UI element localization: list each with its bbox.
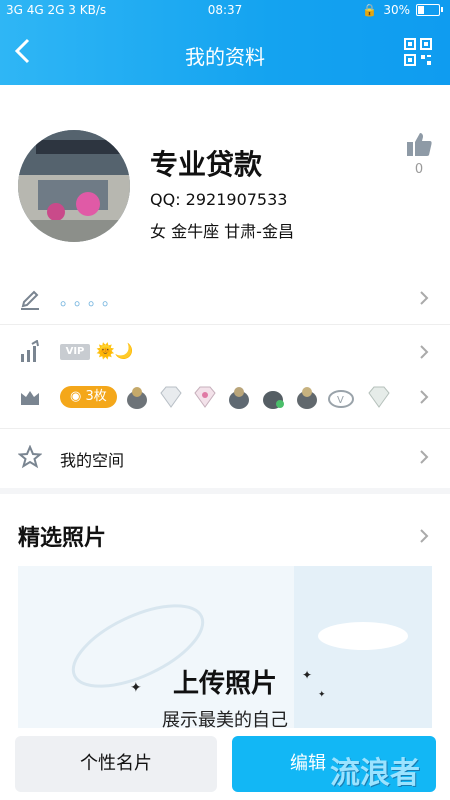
status-bar: 3G 4G 2G 3 KB/s 08:37 🔒 30% <box>0 0 450 22</box>
edit-profile-label: 编辑 <box>290 753 326 774</box>
star-icon <box>18 445 42 469</box>
edit-pencil-icon <box>21 290 39 310</box>
medal-count-badge: ◉ 3枚 <box>60 386 117 408</box>
level-chart-icon <box>21 340 39 362</box>
watermark: 流浪者 <box>330 756 420 791</box>
sparkle-icon: ✦ <box>318 690 326 700</box>
my-space-row[interactable]: 我的空间 <box>0 440 450 474</box>
diamond-medal-icon <box>160 386 182 408</box>
level-row[interactable]: VIP 🌞🌙 <box>0 336 450 368</box>
chevron-right-icon <box>420 450 429 464</box>
signature-row[interactable]: 。。。。 <box>0 280 450 316</box>
chevron-right-icon <box>420 291 429 305</box>
thumbs-up-icon[interactable] <box>404 130 434 160</box>
medals-row[interactable]: ◉ 3枚 V <box>0 380 450 414</box>
featured-photos-title: 精选照片 <box>18 526 107 551</box>
sparkle-icon: ✦ <box>130 680 142 696</box>
signature-text: 。。。。 <box>60 290 125 309</box>
diamond-medal-icon <box>368 386 390 408</box>
divider <box>0 324 450 325</box>
header-bar: 3G 4G 2G 3 KB/s 08:37 🔒 30% 我的资料 <box>0 0 450 85</box>
vip-badge: VIP <box>60 344 90 360</box>
battery-percent: 30% <box>383 3 410 17</box>
cloud-v-medal-icon: V <box>328 390 354 408</box>
like-count: 0 <box>414 162 424 177</box>
qr-code-icon[interactable] <box>404 38 432 66</box>
penguin-medal-icon <box>229 387 249 409</box>
qq-number: QQ: 2921907533 <box>150 190 288 209</box>
profile-info: 女 金牛座 甘肃-金昌 <box>150 222 294 241</box>
chevron-right-icon <box>420 390 429 404</box>
penguin-medal-icon <box>297 387 317 409</box>
upload-photo-title: 上传照片 <box>172 669 277 699</box>
sparkle-icon: ✦ <box>302 668 313 682</box>
avatar[interactable] <box>18 130 130 242</box>
section-gap <box>0 488 450 494</box>
penguin-medal-icon <box>263 391 284 409</box>
divider <box>0 428 450 429</box>
pink-diamond-medal-icon <box>194 386 216 408</box>
svg-text:V: V <box>337 395 344 406</box>
level-sun-moon: 🌞🌙 <box>96 342 134 360</box>
chevron-right-icon <box>420 345 429 359</box>
penguin-medal-icon <box>127 387 147 409</box>
profile-name: 专业贷款 <box>150 148 263 181</box>
my-space-label: 我的空间 <box>60 451 125 470</box>
chevron-right-icon[interactable] <box>418 528 430 544</box>
battery-status: 🔒 30% <box>362 3 443 17</box>
personal-card-button[interactable]: 个性名片 <box>15 736 217 792</box>
page-title: 我的资料 <box>185 45 265 69</box>
battery-icon <box>416 4 443 16</box>
lock-icon: 🔒 <box>362 3 378 17</box>
medal-crown-icon <box>21 391 39 405</box>
